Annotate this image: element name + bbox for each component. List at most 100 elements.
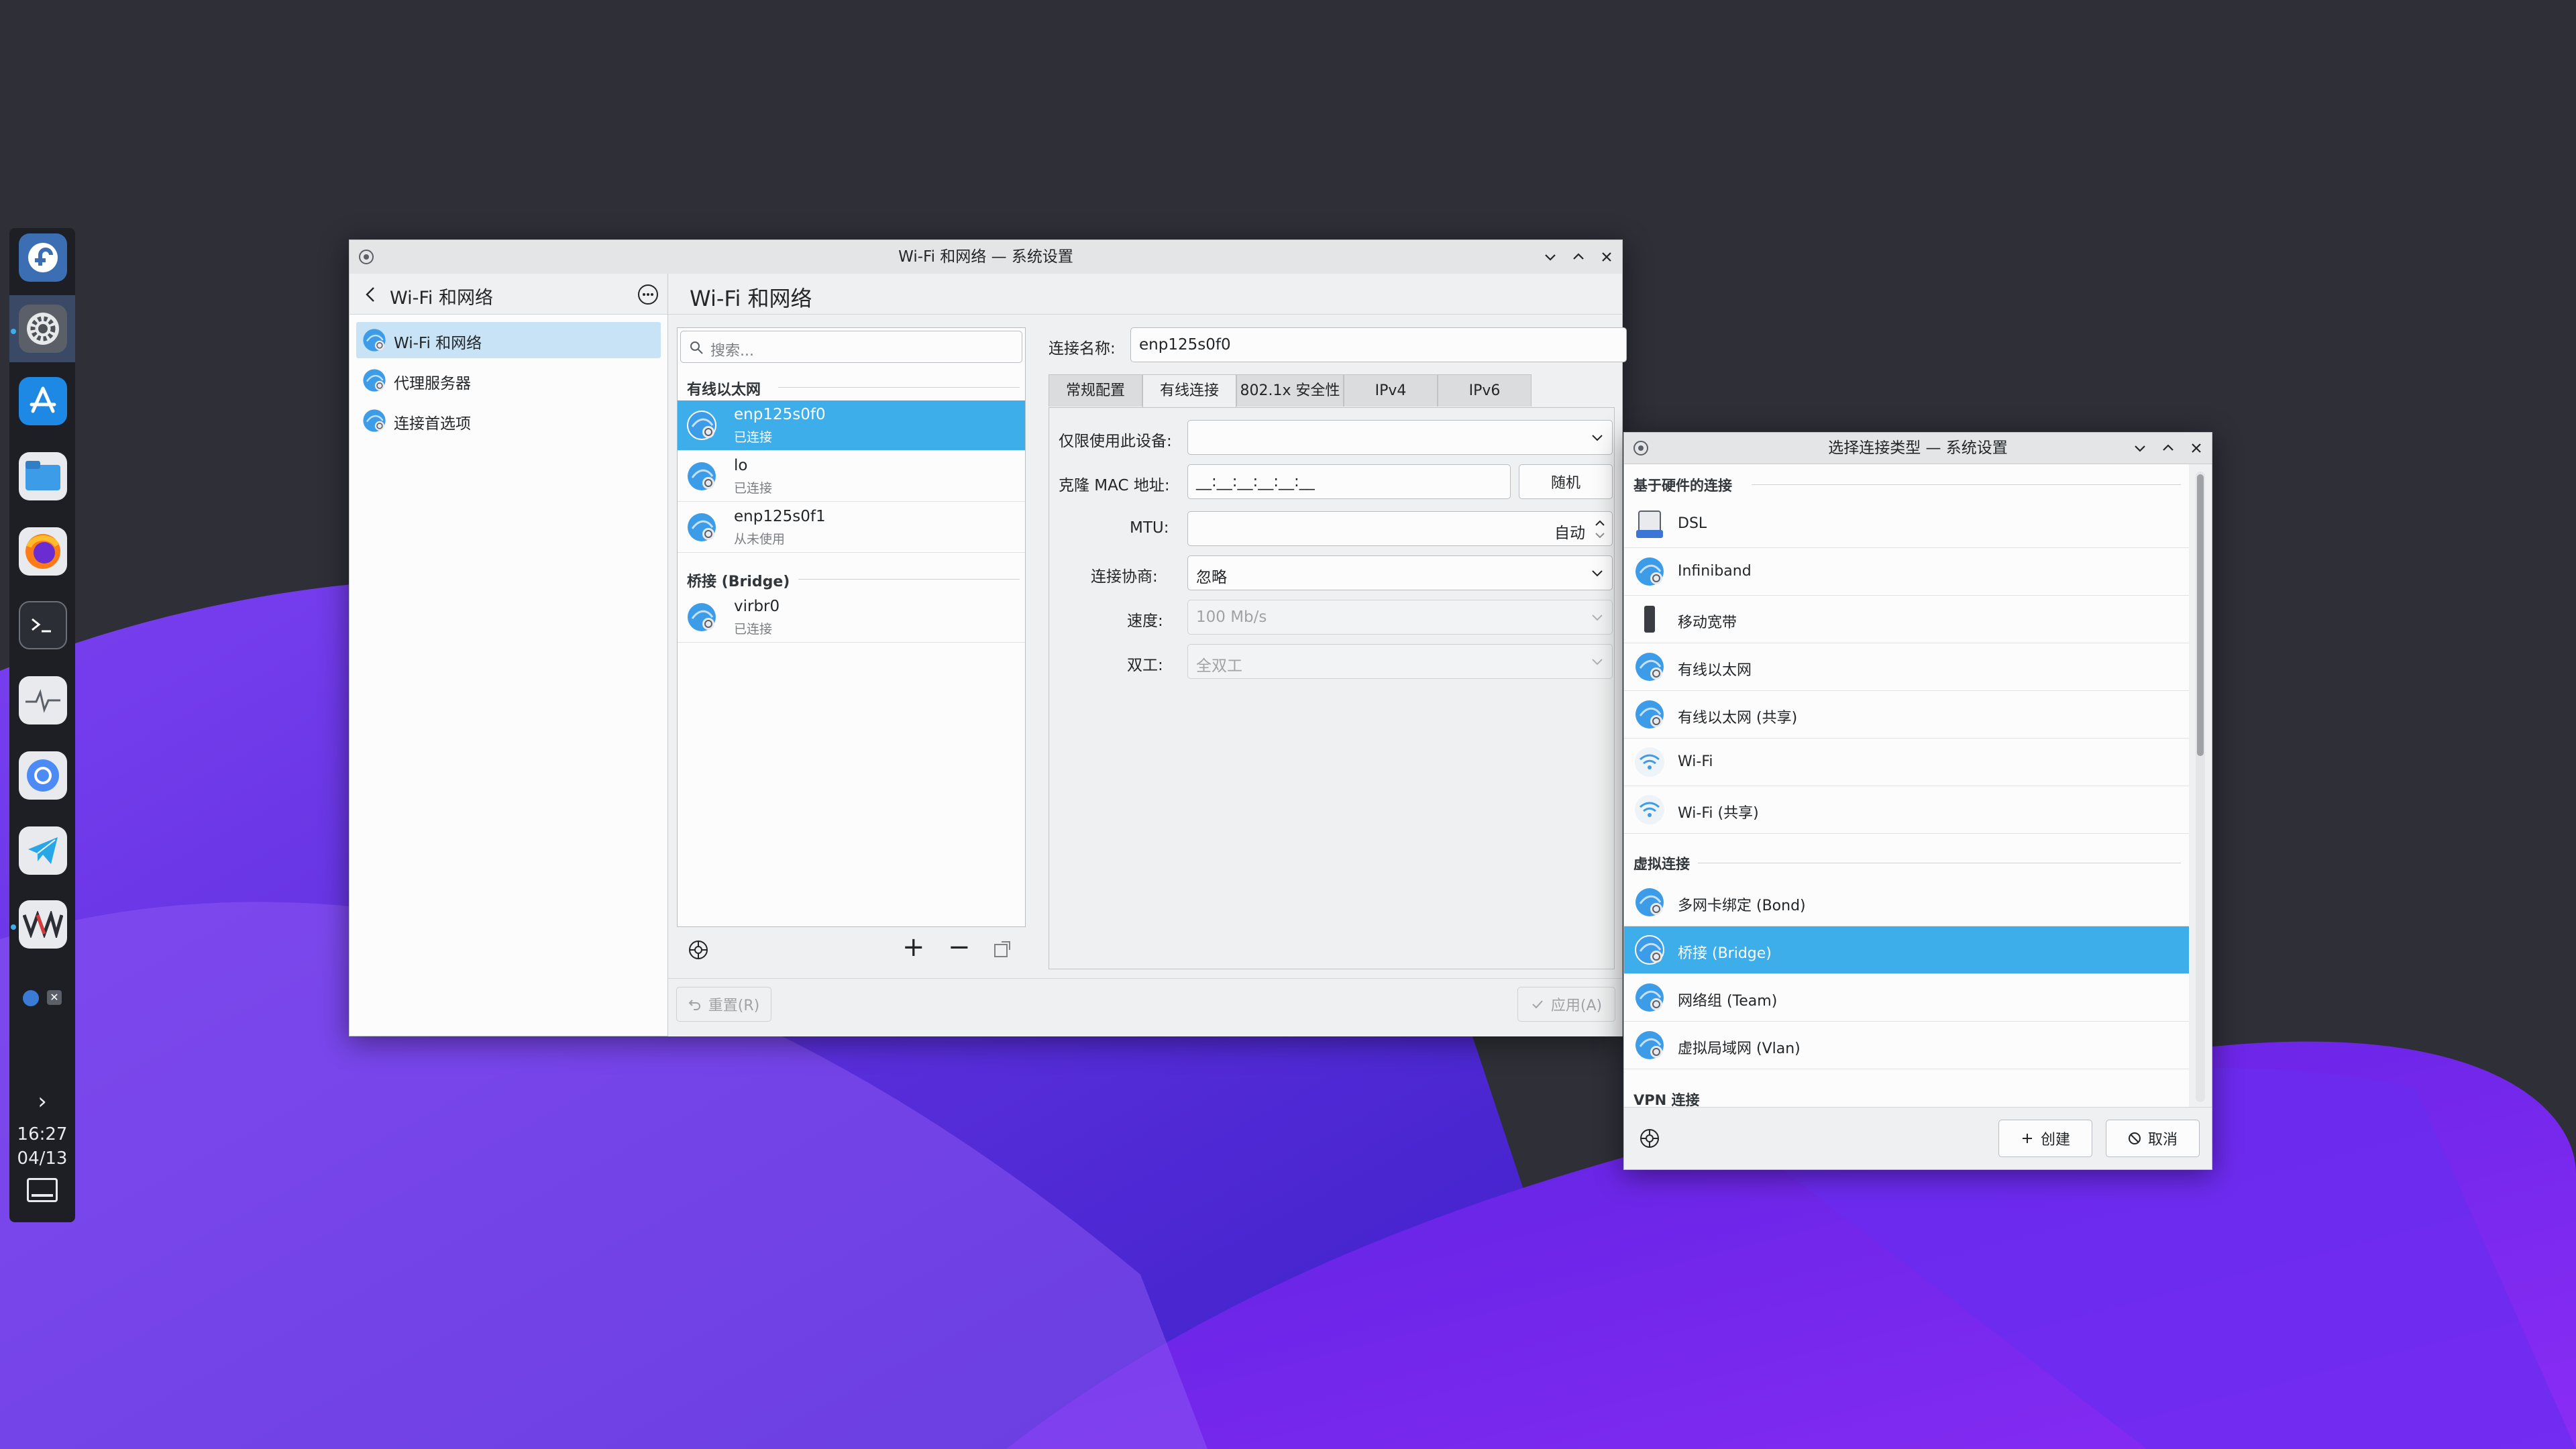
duplex-select[interactable]: 全双工 xyxy=(1187,644,1613,679)
reset-button[interactable]: 重置(R) xyxy=(676,987,771,1022)
maximize-icon[interactable] xyxy=(2159,439,2177,457)
show-desktop-icon[interactable] xyxy=(27,1178,58,1202)
sidebar-item-connection-preferences[interactable]: 连接首选项 xyxy=(356,402,661,439)
sidebar-item-label: Wi-Fi 和网络 xyxy=(394,335,482,352)
list-item[interactable]: enp125s0f0 已连接 xyxy=(678,400,1025,451)
mtu-spinbox[interactable]: 自动 xyxy=(1187,511,1613,546)
tab-8021x-security[interactable]: 802.1x 安全性 xyxy=(1236,374,1344,407)
type-label: Infiniband xyxy=(1678,563,1752,580)
tab-wired[interactable]: 有线连接 xyxy=(1142,374,1236,408)
tab-ipv6[interactable]: IPv6 xyxy=(1438,374,1532,407)
type-label: 多网卡绑定 (Bond) xyxy=(1678,898,1806,914)
close-icon[interactable] xyxy=(1598,248,1615,266)
list-item[interactable]: enp125s0f1 从未使用 xyxy=(678,502,1025,553)
remove-connection-button[interactable]: − xyxy=(948,932,971,962)
tray-expand-icon[interactable]: › xyxy=(9,1088,75,1115)
network-wired-icon xyxy=(1635,653,1664,681)
connection-name: enp125s0f0 xyxy=(734,406,826,423)
reset-label: 重置(R) xyxy=(708,998,760,1014)
list-item[interactable]: Wi-Fi (共享) xyxy=(1624,786,2189,834)
more-options-icon[interactable] xyxy=(637,283,659,306)
tab-ipv4[interactable]: IPv4 xyxy=(1344,374,1438,407)
duplex-value: 全双工 xyxy=(1196,657,1242,675)
configuration-icon[interactable] xyxy=(688,939,709,961)
type-label: 有线以太网 (共享) xyxy=(1678,710,1798,727)
files-icon[interactable] xyxy=(19,452,67,500)
random-mac-button[interactable]: 随机 xyxy=(1519,464,1613,499)
tab-bar: 常规配置 有线连接 802.1x 安全性 IPv4 IPv6 xyxy=(1049,374,1620,408)
content-header: Wi-Fi 和网络 xyxy=(668,274,1622,315)
fedora-icon[interactable] xyxy=(19,233,67,282)
undo-icon xyxy=(688,1000,700,1010)
connection-type-list: 基于硬件的连接 DSL Infiniband 移动宽带 有线以太网 有线以太网 … xyxy=(1624,464,2189,1107)
duplex-label: 双工: xyxy=(1127,657,1163,674)
minimize-icon[interactable] xyxy=(2131,439,2149,457)
list-item[interactable]: Wi-Fi xyxy=(1624,739,2189,786)
cancel-button[interactable]: 取消 xyxy=(2106,1120,2200,1157)
network-bridge-icon xyxy=(688,603,716,631)
configuration-icon[interactable] xyxy=(1639,1128,1660,1149)
app-store-icon[interactable] xyxy=(19,377,67,425)
scrollbar[interactable] xyxy=(2196,472,2205,1102)
virt-manager-icon[interactable] xyxy=(19,900,67,949)
list-item[interactable]: 有线以太网 (共享) xyxy=(1624,691,2189,739)
list-item[interactable]: 虚拟局域网 (Vlan) xyxy=(1624,1022,2189,1069)
mac-input[interactable]: __:__:__:__:__:__ xyxy=(1187,464,1511,499)
scrollbar-thumb[interactable] xyxy=(2197,474,2204,756)
tab-content: 仅限使用此设备: 克隆 MAC 地址: __:__:__:__:__:__ 随机… xyxy=(1049,407,1615,969)
list-item[interactable]: 有线以太网 xyxy=(1624,643,2189,691)
system-monitor-icon[interactable] xyxy=(19,676,67,724)
sidebar-item-wifi-network[interactable]: Wi-Fi 和网络 xyxy=(356,322,661,358)
title-bar[interactable]: 选择连接类型 — 系统设置 xyxy=(1624,433,2212,464)
list-item[interactable]: 多网卡绑定 (Bond) xyxy=(1624,879,2189,926)
device-select[interactable] xyxy=(1187,420,1613,455)
create-label: 创建 xyxy=(2040,1132,2070,1148)
apply-button[interactable]: 应用(A) xyxy=(1517,987,1615,1022)
close-icon[interactable] xyxy=(2188,439,2205,457)
spin-arrows-icon[interactable] xyxy=(1593,517,1607,541)
list-item[interactable]: 网络组 (Team) xyxy=(1624,974,2189,1022)
list-item[interactable]: DSL xyxy=(1624,500,2189,548)
speed-label: 速度: xyxy=(1127,612,1163,630)
network-team-icon xyxy=(1635,983,1664,1012)
title-bar[interactable]: Wi-Fi 和网络 — 系统设置 xyxy=(350,240,1622,274)
connection-status: 从未使用 xyxy=(734,532,786,547)
list-item[interactable]: 桥接 (Bridge) xyxy=(1624,926,2189,974)
firefox-icon[interactable] xyxy=(19,527,67,576)
list-toolbar: + − xyxy=(677,928,1026,969)
search-field[interactable]: 搜索... xyxy=(680,331,1022,363)
back-arrow-icon[interactable] xyxy=(363,286,379,303)
dialog-title: 选择连接类型 — 系统设置 xyxy=(1828,439,2008,457)
list-item[interactable]: virbr0 已连接 xyxy=(678,592,1025,643)
chromium-icon[interactable] xyxy=(19,751,67,800)
window-title: Wi-Fi 和网络 — 系统设置 xyxy=(898,248,1073,266)
terminal-icon[interactable] xyxy=(19,601,67,649)
group-header-ethernet: 有线以太网 xyxy=(687,382,761,398)
speed-select[interactable]: 100 Mb/s xyxy=(1187,600,1613,635)
mac-value: __:__:__:__:__:__ xyxy=(1196,473,1315,490)
tray-info-icon[interactable] xyxy=(23,990,39,1006)
connection-status: 已连接 xyxy=(734,430,773,445)
settings-icon[interactable] xyxy=(19,305,67,353)
list-item[interactable]: lo 已连接 xyxy=(678,451,1025,502)
export-icon[interactable] xyxy=(992,939,1012,959)
page-title: Wi-Fi 和网络 xyxy=(690,286,812,311)
clock-date[interactable]: 04/13 xyxy=(9,1148,75,1169)
add-connection-button[interactable]: + xyxy=(902,932,925,962)
network-wired-icon xyxy=(688,462,716,490)
telegram-icon[interactable] xyxy=(19,826,67,875)
type-label: 虚拟局域网 (Vlan) xyxy=(1678,1040,1801,1057)
maximize-icon[interactable] xyxy=(1570,248,1587,266)
create-button[interactable]: 创建 xyxy=(1998,1120,2092,1157)
negotiation-select[interactable]: 忽略 xyxy=(1187,555,1613,590)
group-header-bridge: 桥接 (Bridge) xyxy=(687,574,790,590)
network-vlan-icon xyxy=(1635,1031,1664,1059)
connection-name-input[interactable]: enp125s0f0 xyxy=(1130,327,1627,362)
sidebar-item-proxy[interactable]: 代理服务器 xyxy=(356,362,661,398)
minimize-icon[interactable] xyxy=(1542,248,1559,266)
tray-close-icon[interactable]: ✕ xyxy=(47,990,62,1005)
clock-time[interactable]: 16:27 xyxy=(9,1124,75,1144)
list-item[interactable]: 移动宽带 xyxy=(1624,596,2189,643)
list-item[interactable]: Infiniband xyxy=(1624,548,2189,596)
tab-general[interactable]: 常规配置 xyxy=(1049,374,1142,407)
